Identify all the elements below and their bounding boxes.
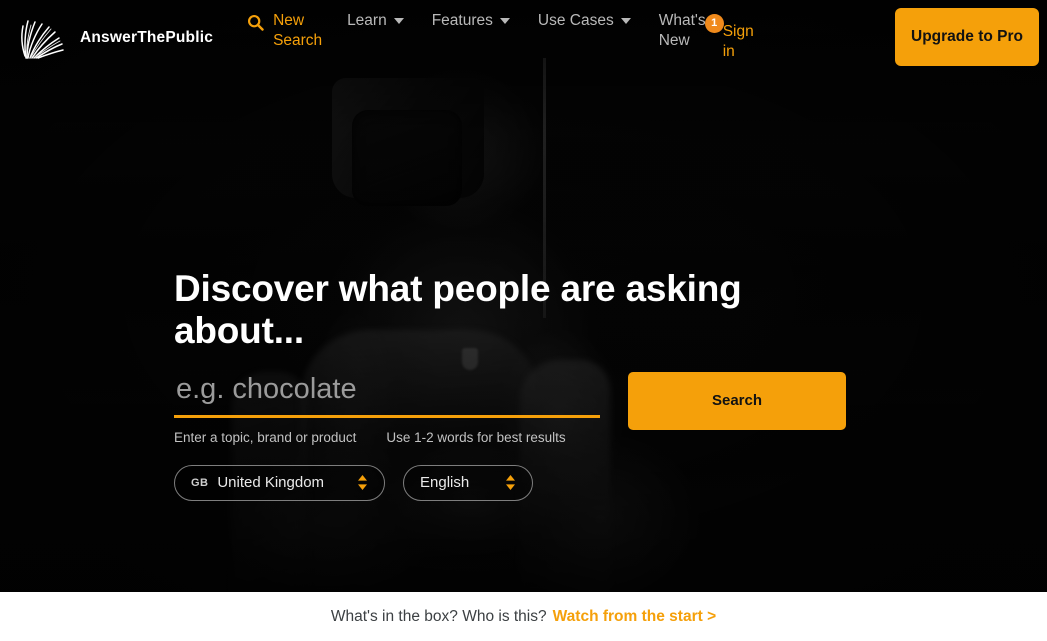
search-input[interactable] [174,369,600,418]
page-root: AnswerThePublic New Search Learn Feature… [0,0,1047,641]
page-title: Discover what people are asking about... [174,268,742,351]
search-icon [248,14,264,31]
nav-item-sign-in-label: Sign in [722,23,754,60]
country-code-label: GB [191,476,209,489]
nav-item-learn[interactable]: Learn [333,11,418,31]
nav-item-features-label: Features [431,12,493,29]
bottom-bar-text: What's in the box? Who is this? [330,607,547,625]
sign-in-wrapper: 1 Sign in [704,14,757,62]
watch-from-start-link[interactable]: Watch from the start > [553,608,717,626]
nav-links: New Search Learn Features Use Cases What… [237,11,757,62]
stepper-updown-icon [358,475,367,491]
nav-item-features[interactable]: Features [418,11,524,31]
brand-logo[interactable]: AnswerThePublic [12,14,213,62]
search-row: Search [174,369,934,430]
navigation-bar: AnswerThePublic New Search Learn Feature… [0,0,1047,74]
nav-item-use-cases-label: Use Cases [537,12,614,29]
upgrade-to-pro-button[interactable]: Upgrade to Pro [895,8,1039,66]
nav-item-new-search-label: New Search [273,12,323,49]
language-select-label: English [420,474,470,492]
stepper-updown-icon [506,475,515,491]
hero-content: Discover what people are asking about...… [174,268,934,501]
language-select[interactable]: English [403,464,533,501]
search-hint-words: Use 1-2 words for best results [386,429,566,445]
chevron-down-icon [620,18,631,24]
hero-section: AnswerThePublic New Search Learn Feature… [0,0,1047,592]
seed-head-burst-icon [21,20,64,59]
chevron-down-icon [393,18,404,24]
brand-name: AnswerThePublic [80,29,214,46]
nav-item-use-cases[interactable]: Use Cases [524,11,645,31]
search-hints: Enter a topic, brand or product Use 1-2 … [174,430,934,445]
country-select[interactable]: GB United Kingdom [174,464,385,501]
nav-item-whats-new-label: What's New [658,12,706,49]
notification-badge: 1 [704,14,724,33]
chevron-down-icon [499,18,510,24]
nav-item-learn-label: Learn [347,12,387,29]
search-field [174,369,600,418]
country-select-label: United Kingdom [217,474,325,492]
search-hint-topic: Enter a topic, brand or product [174,429,357,445]
bottom-bar: What's in the box? Who is this? Watch fr… [0,592,1047,641]
nav-item-new-search[interactable]: New Search [237,11,333,51]
nav-item-whats-new[interactable]: What's New [645,11,711,51]
locale-selectors: GB United Kingdom English [174,464,934,501]
search-button[interactable]: Search [628,371,846,430]
